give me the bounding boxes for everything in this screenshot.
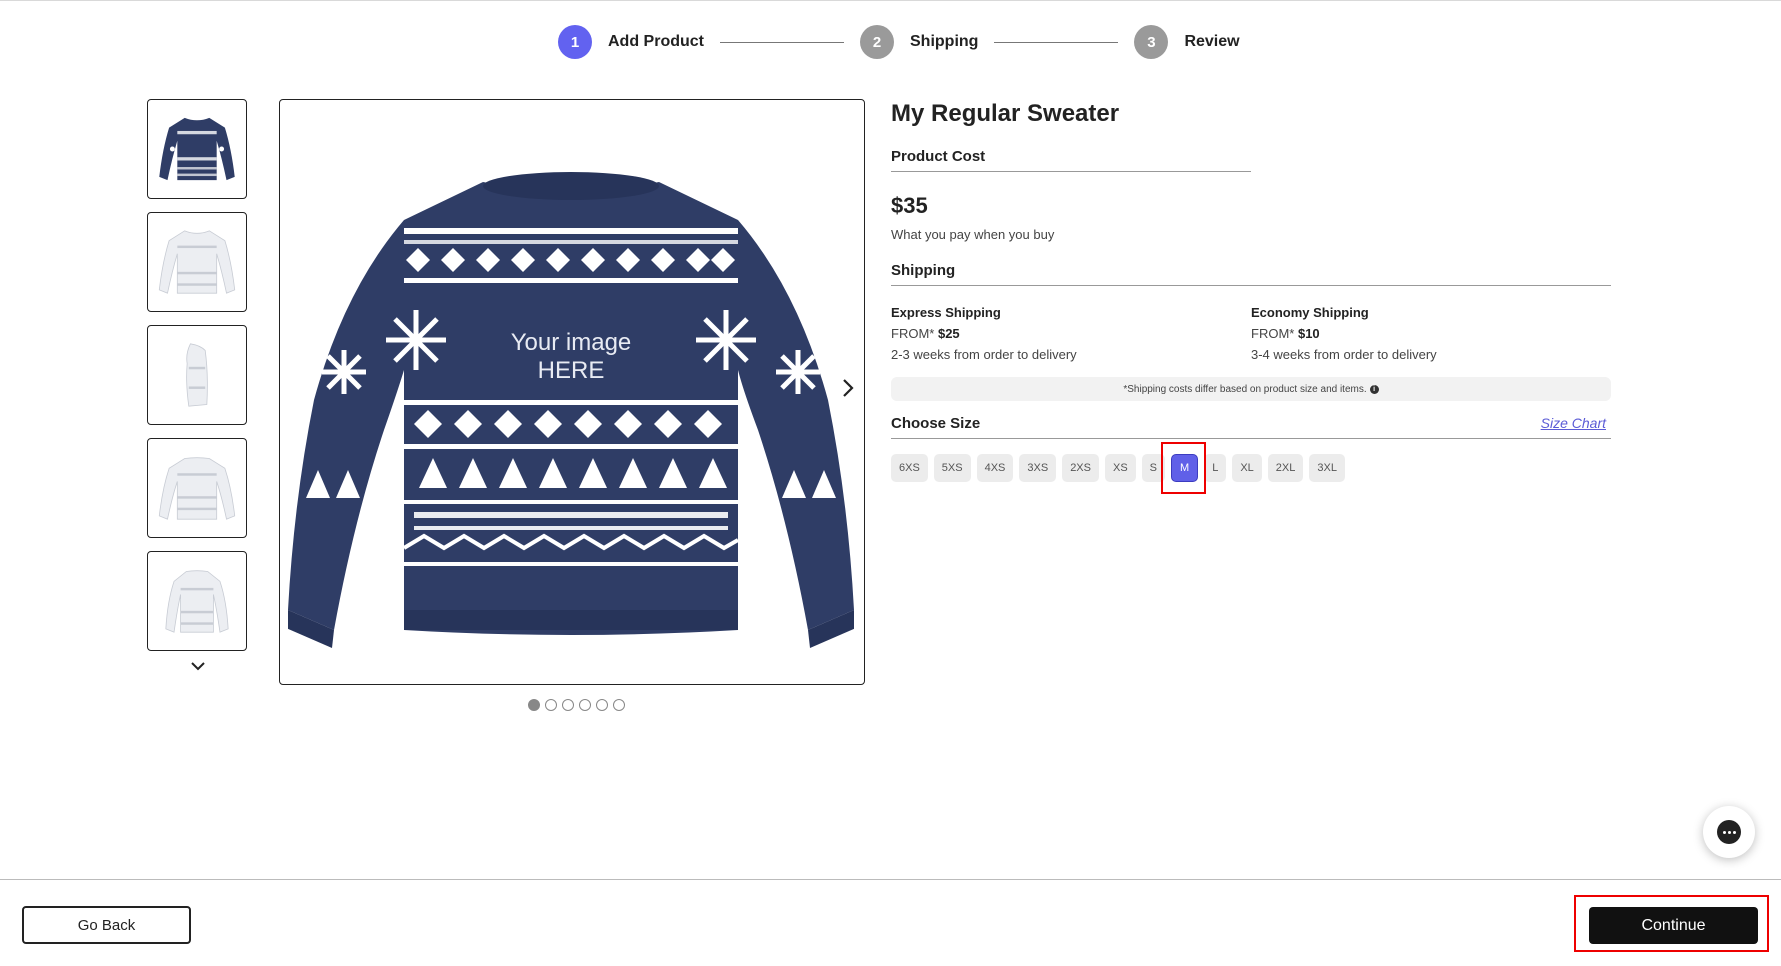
shipping-note-text: *Shipping costs differ based on product … <box>1123 383 1367 395</box>
top-border <box>0 0 1781 1</box>
product-details: My Regular Sweater Product Cost $35 What… <box>891 100 1611 494</box>
sweater-thumbnail-icon <box>158 457 236 520</box>
step-shipping[interactable]: 2 Shipping <box>860 25 978 59</box>
sweater-thumbnail-icon <box>165 570 229 633</box>
thumbnail-back-white[interactable] <box>147 438 247 538</box>
carousel-dots <box>528 699 625 711</box>
express-shipping-title: Express Shipping <box>891 305 1001 320</box>
size-option-3xs[interactable]: 3XS <box>1019 454 1057 482</box>
economy-shipping-title: Economy Shipping <box>1251 305 1369 320</box>
thumbnail-back-white-2[interactable] <box>147 551 247 651</box>
image-placeholder-line2: HERE <box>538 357 605 384</box>
size-option-xs[interactable]: XS <box>1104 454 1136 482</box>
footer-bar: Go Back Continue <box>0 879 1781 966</box>
size-option-3xl[interactable]: 3XL <box>1309 454 1345 482</box>
chat-button[interactable] <box>1703 806 1755 858</box>
shipping-options: Express Shipping FROM* $25 2-3 weeks fro… <box>891 302 1611 365</box>
step-label: Add Product <box>608 33 704 50</box>
step-number: 1 <box>558 25 592 59</box>
thumbnail-front-white[interactable] <box>147 212 247 312</box>
checkout-stepper: 1 Add Product 2 Shipping 3 Review <box>558 24 1240 60</box>
size-option-m-wrapper: M <box>1161 442 1207 494</box>
carousel-dot[interactable] <box>528 699 540 711</box>
main-product-image: Your image HERE <box>279 99 865 685</box>
step-label: Review <box>1184 33 1240 50</box>
continue-button[interactable]: Continue <box>1589 907 1758 944</box>
size-option-2xl[interactable]: 2XL <box>1267 454 1304 482</box>
image-placeholder-line1: Your image <box>511 329 632 356</box>
size-chart-link[interactable]: Size Chart <box>1541 415 1606 432</box>
info-icon[interactable]: i <box>1369 384 1379 394</box>
price-note: What you pay when you buy <box>891 227 1055 242</box>
step-connector <box>994 41 1119 43</box>
sweater-thumbnail-icon <box>186 343 208 407</box>
from-label: FROM* <box>891 326 935 341</box>
size-option-2xs[interactable]: 2XS <box>1062 454 1099 482</box>
size-options: 6XS 5XS 4XS 3XS 2XS XS S M L XL 2XL 3XL <box>891 442 1611 494</box>
economy-shipping-price: $10 <box>1297 326 1320 341</box>
chevron-right-icon[interactable] <box>838 376 858 400</box>
economy-shipping-price-line: FROM* $10 <box>1251 323 1611 344</box>
choose-size-label: Choose Size <box>891 415 981 432</box>
carousel-dot[interactable] <box>545 699 557 711</box>
go-back-button[interactable]: Go Back <box>22 906 191 944</box>
carousel-dot[interactable] <box>613 699 625 711</box>
sweater-thumbnail-icon <box>158 230 236 294</box>
size-option-xl[interactable]: XL <box>1232 454 1262 482</box>
size-option-4xs[interactable]: 4XS <box>976 454 1014 482</box>
chat-bubble-icon <box>1717 820 1741 844</box>
economy-shipping-time: 3-4 weeks from order to delivery <box>1251 347 1437 362</box>
step-connector <box>720 41 844 43</box>
product-cost-heading: Product Cost <box>891 148 1251 172</box>
economy-shipping: Economy Shipping FROM* $10 3-4 weeks fro… <box>1251 302 1611 365</box>
size-heading: Choose Size Size Chart <box>891 415 1611 439</box>
size-option-s[interactable]: S <box>1141 454 1166 482</box>
thumbnail-side-white[interactable] <box>147 325 247 425</box>
shipping-note: *Shipping costs differ based on product … <box>891 377 1611 401</box>
express-shipping: Express Shipping FROM* $25 2-3 weeks fro… <box>891 302 1251 365</box>
size-option-m[interactable]: M <box>1171 454 1199 482</box>
thumbnail-front-navy[interactable] <box>147 99 247 199</box>
size-option-5xs[interactable]: 5XS <box>933 454 971 482</box>
thumbnail-list <box>147 99 247 664</box>
step-number: 3 <box>1134 25 1169 59</box>
carousel-dot[interactable] <box>579 699 591 711</box>
step-add-product[interactable]: 1 Add Product <box>558 25 704 59</box>
sweater-thumbnail-icon <box>159 117 235 181</box>
express-shipping-price-line: FROM* $25 <box>891 323 1251 344</box>
product-title: My Regular Sweater <box>891 100 1120 127</box>
step-number: 2 <box>860 25 894 59</box>
step-review[interactable]: 3 Review <box>1134 25 1240 59</box>
size-option-6xs[interactable]: 6XS <box>891 454 928 482</box>
from-label: FROM* <box>1251 326 1295 341</box>
carousel-dot[interactable] <box>562 699 574 711</box>
step-label: Shipping <box>910 33 979 50</box>
sweater-preview: Your image HERE <box>288 172 854 648</box>
express-shipping-time: 2-3 weeks from order to delivery <box>891 347 1077 362</box>
size-option-l[interactable]: L <box>1204 454 1227 482</box>
product-price: $35 <box>891 193 928 218</box>
continue-highlight: Continue <box>1574 895 1769 952</box>
shipping-heading: Shipping <box>891 262 1611 286</box>
carousel-dot[interactable] <box>596 699 608 711</box>
chevron-down-icon[interactable] <box>188 656 208 676</box>
express-shipping-price: $25 <box>937 326 960 341</box>
